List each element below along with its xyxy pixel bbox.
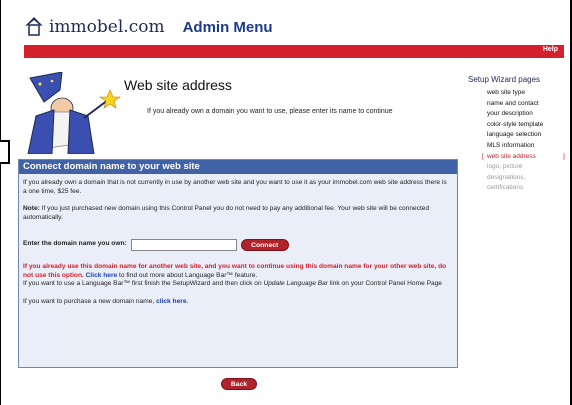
note-text: If you just purchased new domain using t… bbox=[23, 205, 430, 222]
language-bar-paragraph: If you want to use a Language Bar™ first… bbox=[23, 280, 451, 289]
page-subtitle: If you already own a domain you want to … bbox=[147, 108, 393, 115]
help-link[interactable]: Help bbox=[543, 46, 558, 53]
domain-label: Enter the domain name you own: bbox=[23, 240, 127, 248]
language-bar-info-link[interactable]: Click here bbox=[86, 272, 118, 279]
window-left-border bbox=[0, 0, 1, 405]
purchase-suffix: . bbox=[186, 297, 189, 305]
wizard-step-web-site-type[interactable]: web site type bbox=[487, 88, 568, 99]
wizard-step-language[interactable]: language selection bbox=[487, 130, 568, 141]
domain-name-input[interactable] bbox=[130, 238, 237, 251]
connect-domain-panel: Connect domain name to your web site If … bbox=[18, 159, 458, 368]
wizard-step-description[interactable]: your description bbox=[487, 109, 568, 120]
purchase-text: If you want to purchase a new domain nam… bbox=[23, 297, 157, 305]
panel-header: Connect domain name to your web site bbox=[19, 160, 457, 174]
top-nav-bar: Help bbox=[24, 45, 564, 58]
wizard-step-mls[interactable]: MLS information bbox=[487, 141, 568, 152]
warning-suffix: to find out more about Language Bar™ fea… bbox=[117, 271, 258, 279]
domain-entry-row: Enter the domain name you own: Connect bbox=[23, 238, 451, 251]
window-edge-tab bbox=[0, 140, 10, 164]
connect-button[interactable]: Connect bbox=[240, 238, 289, 251]
wizard-step-name-contact[interactable]: name and contact bbox=[487, 99, 568, 110]
panel-body: If you already own a domain that is not … bbox=[19, 174, 457, 307]
back-button[interactable]: Back bbox=[221, 378, 257, 390]
purchase-paragraph: If you want to purchase a new domain nam… bbox=[23, 298, 451, 307]
wizard-step-designations: designations, bbox=[487, 173, 526, 181]
wizard-step-color-style[interactable]: color-style template bbox=[487, 120, 568, 131]
brand-logo-text[interactable]: immobel.com bbox=[49, 17, 165, 37]
note-label: Note: bbox=[23, 205, 40, 213]
langbar-suffix: link on your Control Panel Home Page bbox=[327, 280, 442, 288]
update-language-bar-text: Update Language Bar bbox=[263, 280, 328, 288]
note-paragraph: Note: If you just purchased new domain u… bbox=[23, 205, 451, 222]
page-title: Web site address bbox=[124, 77, 232, 93]
setup-wizard-sidebar: Setup Wizard pages web site type name an… bbox=[468, 75, 568, 194]
sidebar-title: Setup Wizard pages bbox=[468, 75, 541, 84]
intro-text: If you already own a domain that is not … bbox=[23, 179, 447, 195]
site-header: immobel.com Admin Menu bbox=[25, 12, 273, 42]
wizard-step-logo-picture: logo, picture bbox=[487, 163, 523, 171]
wizard-steps-list: web site type name and contact your desc… bbox=[468, 88, 568, 194]
warning-paragraph: If you already use this domain name for … bbox=[23, 263, 451, 280]
house-logo-icon bbox=[25, 17, 43, 36]
admin-menu-title: Admin Menu bbox=[182, 18, 273, 36]
wizard-step-web-site-address[interactable]: web site address bbox=[482, 152, 568, 163]
langbar-text: If you want to use a Language Bar™ first… bbox=[23, 280, 264, 288]
wizard-step-certifications: certifications bbox=[487, 184, 524, 192]
wizard-mascot-icon bbox=[27, 72, 121, 154]
purchase-domain-link[interactable]: click here bbox=[156, 298, 186, 305]
